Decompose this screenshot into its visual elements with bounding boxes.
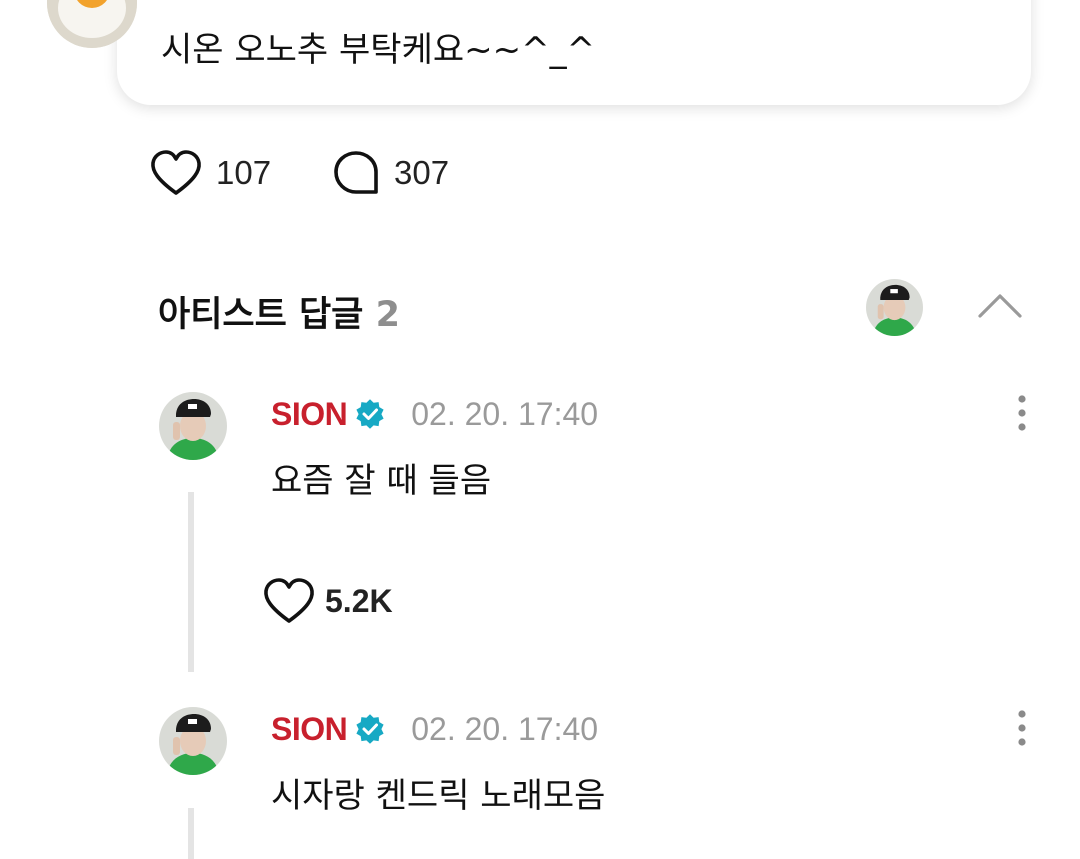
artist-avatar-image xyxy=(159,392,227,460)
artist-replies-title: 아티스트 답글 2 xyxy=(158,286,400,337)
artist-replies-count: 2 xyxy=(375,295,400,335)
verified-badge-icon xyxy=(356,714,384,744)
heart-icon xyxy=(151,150,201,195)
collapse-button[interactable] xyxy=(976,288,1024,322)
more-vertical-icon xyxy=(1018,710,1026,746)
artist-avatar-image xyxy=(159,707,227,775)
reply-more-button[interactable] xyxy=(1010,393,1034,433)
artist-avatar[interactable] xyxy=(866,279,923,336)
reply-like-button[interactable]: 5.2K xyxy=(263,576,393,626)
artist-replies-label: 아티스트 답글 xyxy=(158,295,364,335)
reply-timestamp: 02. 20. 17:40 xyxy=(411,710,599,747)
verified-badge-icon xyxy=(356,399,384,429)
post-like-button[interactable]: 107 xyxy=(150,148,271,198)
reply-meta: SION 02. 20. 17:40 xyxy=(271,392,598,436)
thread-line xyxy=(188,808,194,859)
post-text: 시온 오노추 부탁케요~~^_^ xyxy=(161,30,596,70)
post-like-count: 107 xyxy=(216,154,272,191)
heart-icon xyxy=(264,578,314,623)
thread-line xyxy=(188,492,194,672)
more-vertical-icon xyxy=(1018,395,1026,431)
reply-meta: SION 02. 20. 17:40 xyxy=(271,707,598,751)
chevron-up-icon xyxy=(978,294,1022,318)
artist-avatar-image xyxy=(866,279,923,336)
reply-author-name[interactable]: SION xyxy=(271,396,348,433)
post-card[interactable]: 시온 오노추 부탁케요~~^_^ xyxy=(117,0,1031,105)
post-comment-count: 307 xyxy=(394,154,450,191)
reply-author-avatar[interactable] xyxy=(159,392,227,460)
post-comment-button[interactable]: 307 xyxy=(332,148,449,198)
reply-like-count: 5.2K xyxy=(325,582,393,619)
reply-author-name[interactable]: SION xyxy=(271,711,348,748)
reply-timestamp: 02. 20. 17:40 xyxy=(411,395,599,432)
fan-post-page: 시온 오노추 부탁케요~~^_^ 107 307 아티스트 답글 2 SION … xyxy=(0,0,1080,859)
reply-text: 요즘 잘 때 들음 xyxy=(271,461,492,501)
reply-author-avatar[interactable] xyxy=(159,707,227,775)
reply-more-button[interactable] xyxy=(1010,708,1034,748)
comment-bubble-icon xyxy=(334,151,378,194)
reply-text: 시자랑 켄드릭 노래모음 xyxy=(271,776,606,816)
